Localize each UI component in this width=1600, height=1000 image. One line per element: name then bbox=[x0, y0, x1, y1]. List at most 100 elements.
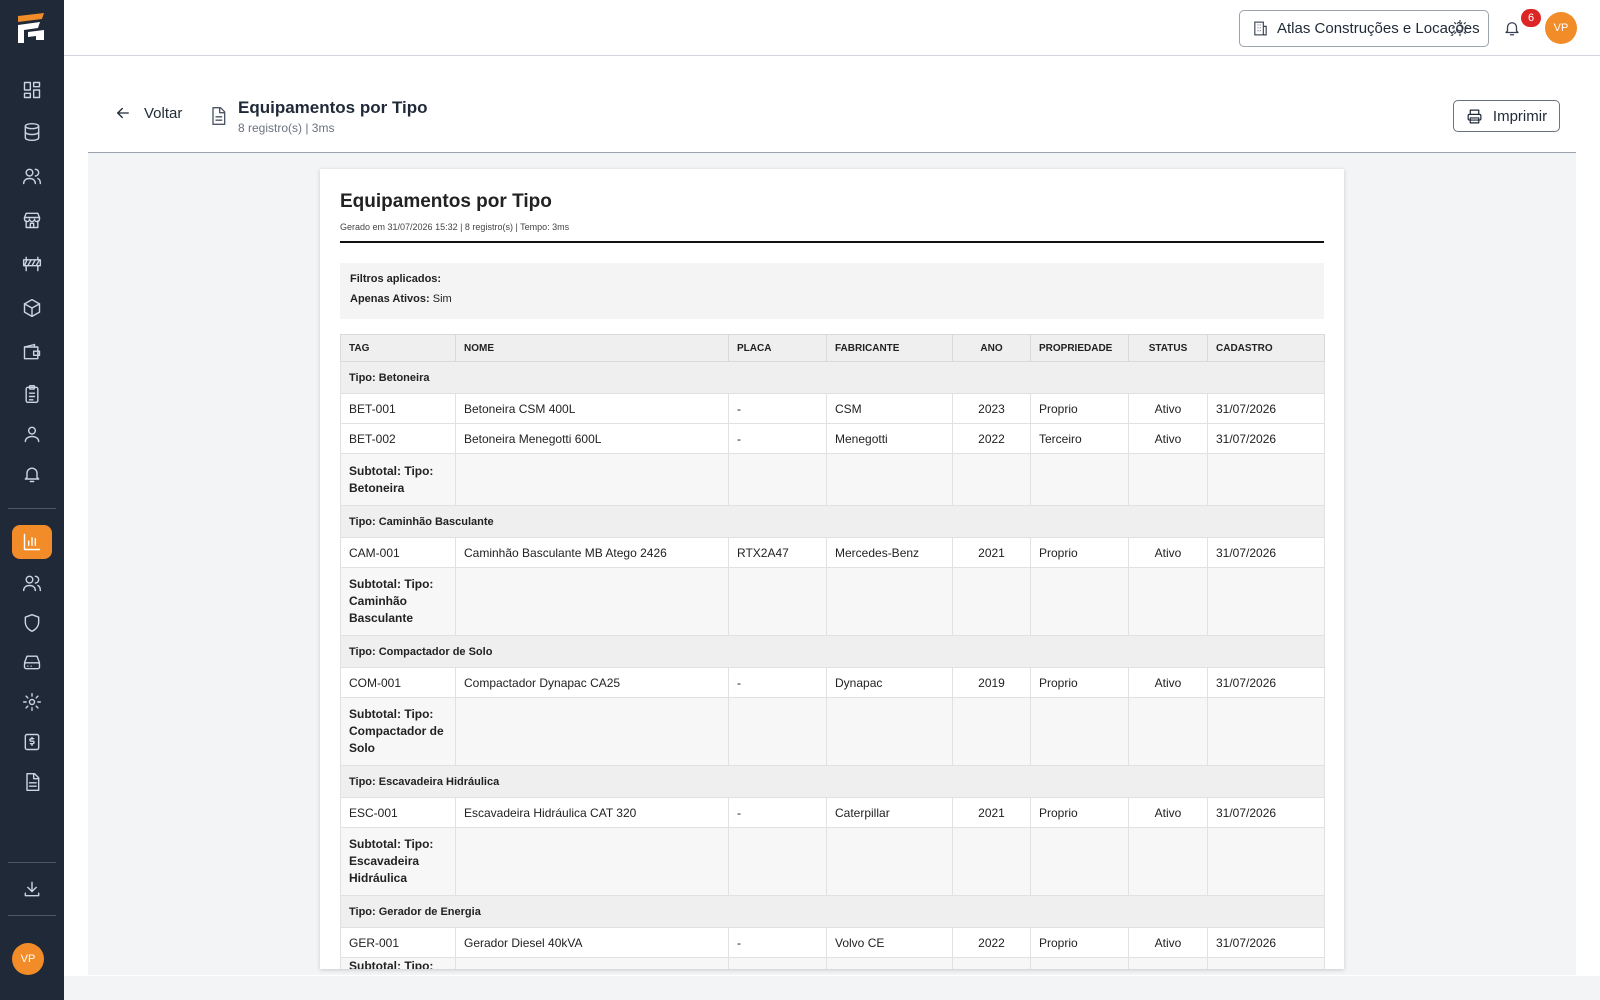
sidebar-item-billing[interactable] bbox=[12, 725, 52, 759]
download-icon bbox=[24, 881, 40, 897]
sidebar-item-orders[interactable] bbox=[12, 377, 52, 411]
report-document: Equipamentos por Tipo Gerado em 31/07/20… bbox=[320, 169, 1344, 969]
sidebar-item-profile[interactable] bbox=[12, 417, 52, 451]
theme-toggle-button[interactable] bbox=[1448, 16, 1472, 40]
arrow-left-icon bbox=[117, 107, 129, 119]
cell-status: Ativo bbox=[1128, 393, 1208, 424]
cell-fabricante: Volvo CE bbox=[826, 927, 953, 958]
back-button[interactable]: Voltar bbox=[114, 104, 182, 122]
group-header-row: Tipo: Caminhão Basculante bbox=[340, 505, 1325, 538]
sidebar-item-security[interactable] bbox=[12, 606, 52, 640]
filter-value: Sim bbox=[432, 293, 452, 305]
group-header-row: Tipo: Compactador de Solo bbox=[340, 635, 1325, 668]
sidebar-item-settings[interactable] bbox=[12, 685, 52, 719]
cell-nome: Caminhão Basculante MB Atego 2426 bbox=[455, 537, 729, 568]
sidebar: VP bbox=[0, 0, 64, 1000]
back-label: Voltar bbox=[144, 104, 183, 122]
cell-propriedade: Proprio bbox=[1030, 667, 1129, 698]
table-row: CAM-001 Caminhão Basculante MB Atego 2426… bbox=[340, 537, 1325, 568]
cell-fabricante: Dynapac bbox=[826, 667, 953, 698]
cell-status: Ativo bbox=[1128, 667, 1208, 698]
cell-ano: 2021 bbox=[952, 797, 1031, 828]
table-row: BET-001 Betoneira CSM 400L - CSM 2023 Proprio… bbox=[340, 393, 1325, 424]
sidebar-item-storage[interactable] bbox=[12, 645, 52, 679]
column-header-ano[interactable]: ANO bbox=[952, 334, 1031, 362]
table-row: GER-001 Gerador Diesel 40kVA - Volvo CE 2022… bbox=[340, 927, 1325, 958]
sidebar-item-stores[interactable] bbox=[12, 203, 52, 237]
sidebar-item-dashboard[interactable] bbox=[12, 73, 52, 107]
group-label: Tipo: Compactador de Solo bbox=[340, 635, 1325, 668]
bar-chart-icon bbox=[23, 533, 41, 551]
bell-icon bbox=[24, 467, 40, 483]
bell-icon bbox=[1505, 22, 1519, 36]
sidebar-item-team[interactable] bbox=[12, 566, 52, 600]
cell-tag: COM-001 bbox=[340, 667, 456, 698]
sidebar-item-notifications[interactable] bbox=[12, 457, 52, 491]
column-header-status[interactable]: STATUS bbox=[1128, 334, 1208, 362]
sidebar-item-database[interactable] bbox=[12, 115, 52, 149]
app-logo[interactable] bbox=[14, 10, 50, 46]
group-header-row: Tipo: Gerador de Energia bbox=[340, 895, 1325, 928]
dashboard-icon bbox=[23, 81, 41, 99]
user-icon bbox=[24, 426, 40, 443]
settings-icon bbox=[22, 692, 42, 712]
subtotal-row: Subtotal: Tipo: Escavadeira Hidráulica bbox=[340, 827, 1325, 896]
sidebar-item-products[interactable] bbox=[12, 291, 52, 325]
cell-placa: - bbox=[728, 797, 827, 828]
subtotal-label: Subtotal: Tipo: Compactador de Solo bbox=[340, 697, 456, 766]
group-label: Tipo: Escavadeira Hidráulica bbox=[340, 765, 1325, 798]
column-header-cadastro[interactable]: CADASTRO bbox=[1207, 334, 1325, 362]
sidebar-item-reports[interactable] bbox=[12, 525, 52, 559]
cell-cadastro: 31/07/2026 bbox=[1207, 537, 1325, 568]
cell-nome: Compactador Dynapac CA25 bbox=[455, 667, 729, 698]
group-header-row: Tipo: Escavadeira Hidráulica bbox=[340, 765, 1325, 798]
sidebar-item-finance[interactable] bbox=[12, 335, 52, 369]
cell-ano: 2019 bbox=[952, 667, 1031, 698]
cell-status: Ativo bbox=[1128, 797, 1208, 828]
group-header-row: Tipo: Betoneira bbox=[340, 361, 1325, 394]
sidebar-item-download[interactable] bbox=[12, 872, 52, 906]
receipt-icon bbox=[24, 733, 40, 751]
hard-drive-icon bbox=[23, 655, 41, 670]
column-header-tag[interactable]: TAG bbox=[340, 334, 456, 362]
cell-cadastro: 31/07/2026 bbox=[1207, 927, 1325, 958]
shield-icon bbox=[24, 613, 40, 633]
cell-tag: BET-001 bbox=[340, 393, 456, 424]
column-header-nome[interactable]: NOME bbox=[455, 334, 729, 362]
cell-fabricante: CSM bbox=[826, 393, 953, 424]
road-barrier-icon bbox=[22, 256, 42, 272]
cell-placa: - bbox=[728, 393, 827, 424]
cell-placa: - bbox=[728, 423, 827, 454]
column-header-fabricante[interactable]: FABRICANTE bbox=[826, 334, 953, 362]
report-preview-area[interactable]: Equipamentos por Tipo Gerado em 31/07/20… bbox=[88, 153, 1576, 975]
sidebar-item-clients[interactable] bbox=[12, 159, 52, 193]
user-avatar[interactable]: VP bbox=[1545, 12, 1577, 44]
table-row: BET-002 Betoneira Menegotti 600L - Menegott… bbox=[340, 423, 1325, 454]
sidebar-item-works[interactable] bbox=[12, 247, 52, 281]
column-header-placa[interactable]: PLACA bbox=[728, 334, 827, 362]
column-header-propriedade[interactable]: PROPRIEDADE bbox=[1030, 334, 1129, 362]
cell-cadastro: 31/07/2026 bbox=[1207, 667, 1325, 698]
cell-nome: Escavadeira Hidráulica CAT 320 bbox=[455, 797, 729, 828]
cell-fabricante: Caterpillar bbox=[826, 797, 953, 828]
sidebar-item-documents[interactable] bbox=[12, 765, 52, 799]
subtotal-row: Subtotal: Tipo: Caminhão Basculante bbox=[340, 567, 1325, 636]
table-row: COM-001 Compactador Dynapac CA25- Dynapac 2… bbox=[340, 667, 1325, 698]
file-text-icon bbox=[26, 772, 40, 792]
cell-ano: 2023 bbox=[952, 393, 1031, 424]
avatar[interactable]: VP bbox=[12, 943, 44, 975]
report-generated-info: Gerado em 31/07/2026 15:32 | 8 registro(… bbox=[340, 222, 570, 232]
report-title-rule bbox=[340, 241, 1324, 243]
cell-ano: 2022 bbox=[952, 927, 1031, 958]
subtotal-label: Subtotal: Tipo: Caminhão Basculante bbox=[340, 567, 456, 636]
sidebar-divider bbox=[8, 508, 56, 509]
cell-propriedade: Proprio bbox=[1030, 927, 1129, 958]
building-icon bbox=[1254, 21, 1267, 36]
page-title: Equipamentos por Tipo bbox=[238, 98, 428, 117]
print-button[interactable]: Imprimir bbox=[1453, 100, 1560, 132]
box-icon bbox=[23, 298, 41, 318]
cell-tag: BET-002 bbox=[340, 423, 456, 454]
table-header-row: TAG NOME PLACA FABRICANTE ANO PROPRIEDAD… bbox=[340, 334, 1325, 362]
store-icon bbox=[23, 212, 41, 229]
users-icon bbox=[22, 168, 42, 185]
